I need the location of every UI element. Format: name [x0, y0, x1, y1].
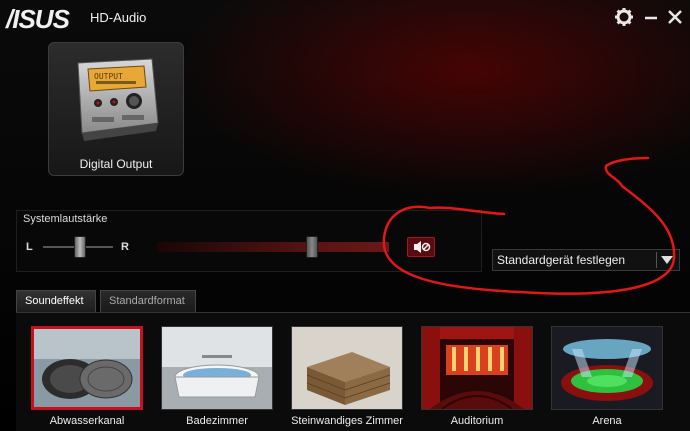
- balance-right-label: R: [121, 241, 129, 253]
- asus-logo: /ISUS: [6, 4, 70, 34]
- effect-arena[interactable]: Arena: [551, 326, 663, 430]
- effect-thumbnail: [31, 326, 143, 410]
- volume-slider-thumb[interactable]: [306, 236, 318, 258]
- effect-thumbnail: [421, 326, 533, 410]
- effect-label: Badezimmer: [186, 415, 248, 427]
- digital-output-device-icon: OUTPUT: [77, 58, 159, 141]
- tab-soundeffekt[interactable]: Soundeffekt: [16, 290, 96, 312]
- default-device-label: Standardgerät festlegen: [497, 253, 626, 267]
- effect-label: Auditorium: [450, 415, 504, 427]
- mute-button[interactable]: [407, 237, 435, 257]
- effect-label: Abwasserkanal: [49, 415, 125, 427]
- title-bar: /ISUS HD-Audio: [0, 0, 690, 36]
- device-screen-text: OUTPUT: [94, 72, 123, 81]
- effect-label: Arena: [592, 415, 622, 427]
- default-device-dropdown[interactable]: Standardgerät festlegen: [492, 249, 680, 271]
- effect-label: Steinwandiges Zimmer: [291, 415, 403, 427]
- device-label: Digital Output: [79, 157, 153, 171]
- close-icon[interactable]: [666, 8, 684, 26]
- effect-abwasserkanal[interactable]: Abwasserkanal: [31, 326, 143, 430]
- effect-thumbnail: [551, 326, 663, 410]
- effect-badezimmer[interactable]: Badezimmer: [161, 326, 273, 430]
- balance-slider-thumb[interactable]: [74, 236, 86, 258]
- chevron-down-icon[interactable]: [661, 256, 673, 264]
- gear-icon[interactable]: [614, 7, 634, 27]
- effect-auditorium[interactable]: Auditorium: [421, 326, 533, 430]
- effect-thumbnail: [161, 326, 273, 410]
- system-volume-panel: Systemlautstärke L R: [16, 210, 482, 272]
- minimize-icon[interactable]: [642, 8, 660, 26]
- device-digital-output[interactable]: OUTPUT Digital Output: [48, 42, 184, 176]
- tab-standardformat[interactable]: Standardformat: [100, 290, 196, 312]
- balance-left-label: L: [26, 241, 33, 253]
- effect-thumbnail: [291, 326, 403, 410]
- muted-speaker-icon: [414, 241, 431, 253]
- dropdown-separator: [656, 252, 657, 268]
- effect-steinwandiges-zimmer[interactable]: Steinwandiges Zimmer: [291, 326, 403, 430]
- system-volume-title: Systemlautstärke: [23, 213, 108, 225]
- app-title: HD-Audio: [90, 10, 147, 25]
- volume-slider-track[interactable]: [157, 242, 389, 252]
